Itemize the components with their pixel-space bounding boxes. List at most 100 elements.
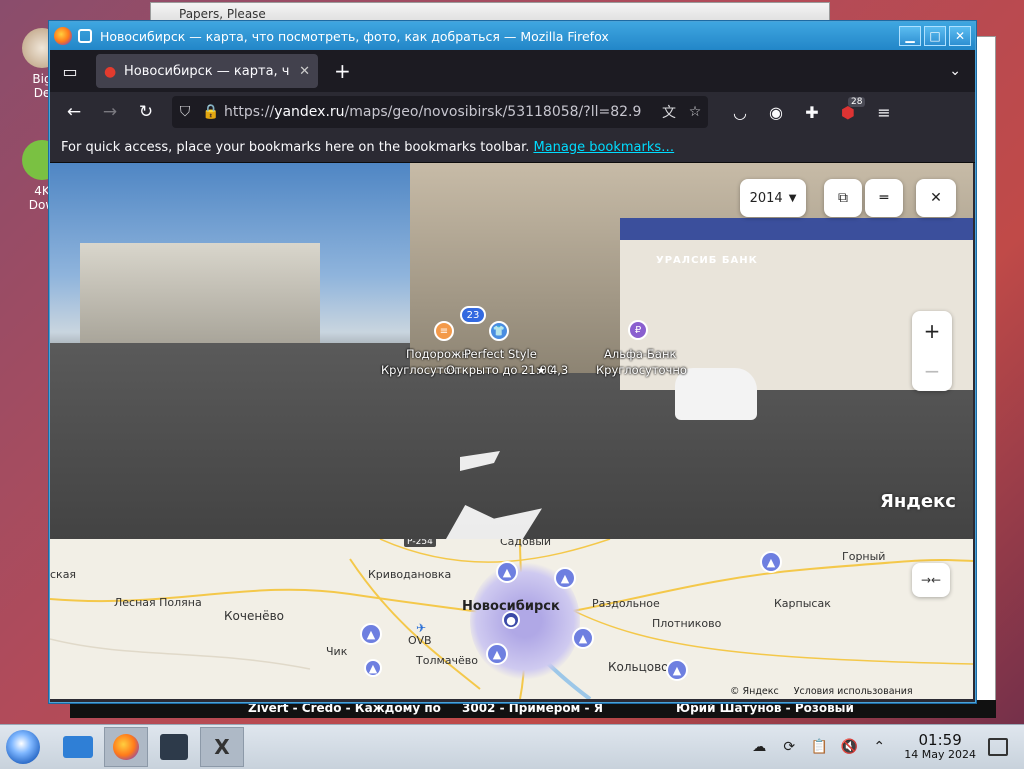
url-bar[interactable]: ⛉ 🔒 https://yandex.ru/maps/geo/novosibir… xyxy=(172,96,708,128)
qs-icon xyxy=(78,29,92,43)
close-window-button[interactable]: ✕ xyxy=(949,26,971,46)
account-icon[interactable]: ◉ xyxy=(758,103,794,122)
tab-bar: ▭ ● Новосибирск — карта, ч ✕ + ⌄ xyxy=(50,50,975,92)
year-selector[interactable]: 2014 ▼ xyxy=(740,179,806,217)
cloud-upload-icon[interactable]: ☁ xyxy=(744,739,774,755)
poi-alfa-bank-name[interactable]: Альфа-Банк xyxy=(604,347,676,361)
close-panorama-icon[interactable]: ✕ xyxy=(916,179,956,217)
lock-icon[interactable]: 🔒 xyxy=(198,104,224,120)
poi-alfa-bank-status: Круглосуточно xyxy=(596,363,687,377)
zoom-out-button[interactable]: − xyxy=(924,351,941,391)
reload-button[interactable]: ↻ xyxy=(128,102,164,122)
bank-sign: УРАЛСИБ БАНК xyxy=(656,255,758,266)
town-kochenyovo: Коченёво xyxy=(224,609,284,623)
open-external-icon[interactable]: ⧉ xyxy=(824,179,862,217)
close-tab-icon[interactable]: ✕ xyxy=(299,64,310,79)
forward-button[interactable]: → xyxy=(92,102,128,122)
panorama-pin-icon[interactable]: ▲ xyxy=(554,567,576,589)
panorama-pin-icon[interactable]: ▲ xyxy=(496,561,518,583)
new-tab-button[interactable]: + xyxy=(334,59,351,83)
updates-icon[interactable]: ⟳ xyxy=(774,739,804,755)
navigation-toolbar: ← → ↻ ⛉ 🔒 https://yandex.ru/maps/geo/nov… xyxy=(50,92,975,132)
manage-bookmarks-link[interactable]: Manage bookmarks… xyxy=(533,140,674,155)
translate-icon[interactable]: 文 xyxy=(656,102,682,122)
town-plotnikovo: Плотниково xyxy=(652,617,722,630)
track-2: 3002 - Примером - Я xyxy=(462,701,603,715)
copyright-text: © Яндекс xyxy=(730,686,779,697)
firefox-logo-icon xyxy=(54,27,72,45)
maximize-button[interactable]: □ xyxy=(924,26,946,46)
extensions-icon[interactable]: ✚ xyxy=(794,103,830,122)
poi-pharmacy-name[interactable]: Подорожн xyxy=(406,347,469,361)
panorama-pin-icon[interactable]: ▲ xyxy=(572,627,594,649)
chevron-up-icon[interactable]: ⌃ xyxy=(864,739,894,755)
town-edge-left: ская xyxy=(50,568,77,581)
pharmacy-poi-icon[interactable]: ≡ xyxy=(434,321,454,341)
firefox-window: Новосибирск — карта, что посмотреть, фот… xyxy=(49,21,976,703)
year-value: 2014 xyxy=(749,190,783,206)
panorama-pin-icon[interactable]: ▲ xyxy=(760,551,782,573)
menu-icon[interactable]: ≡ xyxy=(866,103,902,122)
yandex-watermark: Яндекс xyxy=(880,491,956,512)
clock-date: 14 May 2024 xyxy=(904,748,976,762)
clock-time: 01:59 xyxy=(918,731,962,750)
mini-map[interactable]: Р-254 Садовый Криводановка Горный Карпыс… xyxy=(50,539,973,699)
town-tolmachevo: Толмачёво xyxy=(416,654,478,667)
show-desktop-icon[interactable] xyxy=(988,737,1008,756)
panorama-pin-icon[interactable]: ▲ xyxy=(364,659,382,677)
back-button[interactable]: ← xyxy=(56,102,92,122)
firefox-view-icon[interactable]: ▭ xyxy=(50,62,90,81)
poi-perfect-style-name[interactable]: Perfect Style xyxy=(464,347,537,361)
clipboard-icon[interactable]: 📋 xyxy=(804,739,834,755)
panorama-pin-icon[interactable]: ▲ xyxy=(486,643,508,665)
current-location-marker[interactable]: ● xyxy=(502,611,520,629)
volume-muted-icon[interactable]: 🔇 xyxy=(834,739,864,755)
map-copyright: © Яндекс Условия использования xyxy=(730,686,925,697)
town-koltsovo: Кольцово xyxy=(608,660,669,674)
bank-poi-icon[interactable]: ₽ xyxy=(628,320,648,340)
zoom-controls: + − xyxy=(912,311,952,391)
ublock-icon[interactable]: ⬢ 28 xyxy=(830,96,866,122)
white-car xyxy=(675,368,757,420)
mixer-app-icon[interactable] xyxy=(152,727,196,767)
panorama-pin-icon[interactable]: ▲ xyxy=(360,623,382,645)
map-pin-icon: ● xyxy=(104,64,117,80)
town-karpysak: Карпысак xyxy=(774,597,831,610)
system-tray: ☁ ⟳ 📋 🔇 ⌃ 01:59 14 May 2024 xyxy=(744,733,1024,760)
track-1: Zivert - Credo - Каждому по xyxy=(248,701,441,715)
terms-link[interactable]: Условия использования xyxy=(794,686,913,697)
tab-title: Новосибирск — карта, ч xyxy=(124,63,290,79)
road-badge: Р-254 xyxy=(404,539,436,547)
minimize-panorama-icon[interactable]: ═ xyxy=(865,179,903,217)
tab-novosibirsk[interactable]: ● Новосибирск — карта, ч ✕ xyxy=(96,54,318,88)
poi-perfect-style-rating: ★ 4,3 xyxy=(536,363,569,377)
town-sadovy: Садовый xyxy=(500,539,552,548)
airport-icon: ✈ xyxy=(416,621,427,635)
zoom-in-button[interactable]: + xyxy=(924,311,941,351)
list-all-tabs-icon[interactable]: ⌄ xyxy=(949,63,961,79)
url-text[interactable]: https://yandex.ru/maps/geo/novosibirsk/5… xyxy=(224,104,656,120)
airport-ovb: OVB xyxy=(408,634,432,647)
window-titlebar: Новосибирск — карта, что посмотреть, фот… xyxy=(50,22,975,50)
window-title: Новосибирск — карта, что посмотреть, фот… xyxy=(100,28,609,44)
town-krivodanovka: Криводановка xyxy=(368,568,452,581)
town-lesnaya-polyana: Лесная Поляна xyxy=(114,596,202,609)
poi-cluster-badge[interactable]: 23 xyxy=(460,306,486,324)
panorama-pin-icon[interactable]: ▲ xyxy=(666,659,688,681)
file-manager-icon[interactable] xyxy=(56,727,100,767)
clock[interactable]: 01:59 14 May 2024 xyxy=(904,731,976,762)
collapse-map-icon[interactable]: →← xyxy=(912,563,950,597)
ublock-badge: 28 xyxy=(848,96,866,107)
firefox-taskbar-icon[interactable] xyxy=(104,727,148,767)
clothing-poi-icon[interactable]: 👕 xyxy=(489,321,509,341)
start-button[interactable] xyxy=(6,730,40,764)
pocket-icon[interactable]: ◡ xyxy=(722,103,758,122)
bookmarks-message: For quick access, place your bookmarks h… xyxy=(61,139,530,155)
bookmark-star-icon[interactable]: ☆ xyxy=(682,104,708,120)
street-panorama[interactable]: УРАЛСИБ БАНК 2014 ▼ ⧉ ═ ✕ + − ≡ 23 👕 ₽ П… xyxy=(50,163,973,539)
x-app-icon[interactable]: X xyxy=(200,727,244,767)
minimize-button[interactable]: ▁ xyxy=(899,26,921,46)
bookmarks-toolbar: For quick access, place your bookmarks h… xyxy=(50,132,975,163)
shield-icon[interactable]: ⛉ xyxy=(172,104,198,120)
chevron-down-icon: ▼ xyxy=(788,192,797,204)
